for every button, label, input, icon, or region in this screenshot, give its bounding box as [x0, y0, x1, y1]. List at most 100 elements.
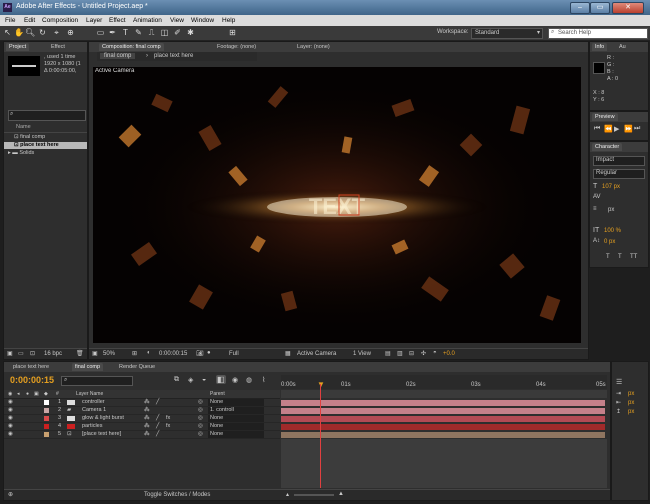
menu-window[interactable]: Window — [191, 17, 214, 24]
fast-preview-icon[interactable]: ▥ — [397, 350, 403, 357]
list-item[interactable]: ⊡ final comp — [4, 134, 87, 141]
quality-icon[interactable]: ╱ — [156, 423, 159, 430]
channel-icon[interactable]: ● — [207, 350, 211, 356]
pen-tool-icon[interactable]: ✒ — [108, 28, 117, 37]
quality-icon[interactable]: ╱ — [156, 431, 159, 438]
fx-icon[interactable]: fx — [166, 423, 170, 430]
table-row[interactable]: ◉ 1 controller ⁂ ╱ ◎ None — [4, 399, 280, 407]
grid-icon[interactable]: ⊞ — [132, 350, 137, 357]
indent-left-value[interactable]: px — [628, 391, 634, 397]
puppet-tool-icon[interactable]: ✱ — [186, 28, 195, 37]
parent-pickwhip-icon[interactable]: ◎ — [198, 423, 203, 430]
exposure-icon[interactable]: ◓ — [433, 350, 437, 356]
zoom-select[interactable]: 50% — [103, 351, 115, 357]
layer-name[interactable]: [place text here] — [82, 431, 121, 438]
workspace-select[interactable]: Standard ▾ — [471, 28, 543, 39]
camera-tool-icon[interactable]: ⌖ — [52, 28, 61, 37]
motion-blur-icon[interactable]: ◉ — [232, 376, 238, 384]
align-left-icon[interactable]: ☰ — [616, 378, 622, 386]
parent-pickwhip-icon[interactable]: ◎ — [198, 407, 203, 414]
faux-bold-icon[interactable]: T — [606, 254, 610, 260]
first-frame-icon[interactable]: ⏮ — [594, 125, 600, 133]
timeline-zoom-slider[interactable] — [294, 494, 334, 496]
bpc-toggle[interactable]: 16 bpc — [44, 351, 62, 357]
table-row[interactable]: ◉ 5 ⊡ [place text here] ⁂ ╱ ◎ None — [4, 431, 280, 439]
parent-select[interactable]: 1. controll — [208, 407, 264, 414]
expand-triangle-icon[interactable]: ▸ — [4, 150, 11, 156]
layer-duration-bar[interactable] — [281, 416, 605, 422]
clone-stamp-tool-icon[interactable]: ⎍ — [147, 28, 156, 37]
toggle-pixel-icon[interactable]: ▤ — [385, 350, 391, 357]
tab-project[interactable]: Project — [6, 43, 30, 51]
label-icon[interactable]: ◆ — [44, 390, 48, 398]
mask-icon[interactable]: ◐ — [147, 350, 151, 356]
brainstorm-icon[interactable]: ◍ — [246, 376, 252, 384]
zoom-tool-icon[interactable]: 🔍︎ — [25, 28, 35, 37]
audio-icon[interactable]: ◂ — [17, 390, 20, 398]
font-size-value[interactable]: 107 px — [602, 184, 620, 190]
type-tool-icon[interactable]: T — [121, 28, 130, 37]
brush-tool-icon[interactable]: ✎ — [134, 28, 143, 37]
hand-tool-icon[interactable]: ✋ — [14, 28, 24, 37]
zoom-in-icon[interactable]: ▲ — [338, 491, 344, 497]
font-style-select[interactable]: Regular — [593, 169, 645, 179]
table-row[interactable]: ◉ 4 particles ⁂ ╱ fx ◎ None — [4, 423, 280, 431]
eraser-tool-icon[interactable]: ◫ — [160, 28, 169, 37]
timeline-search-input[interactable]: ⌕ — [61, 376, 133, 386]
composition-viewer[interactable]: TEXT Active Camera — [93, 67, 581, 343]
parent-pickwhip-icon[interactable]: ◎ — [198, 415, 203, 422]
stroke-width-value[interactable]: px — [608, 207, 614, 213]
parent-header[interactable]: Parent — [210, 390, 225, 398]
tab-render-queue[interactable]: Render Queue — [116, 363, 158, 371]
eye-icon[interactable]: ◉ — [8, 399, 13, 406]
tab-preview[interactable]: Preview — [592, 113, 618, 121]
parent-select[interactable]: None — [208, 431, 264, 438]
label-color-swatch[interactable] — [44, 424, 49, 429]
region-icon[interactable]: ▦ — [285, 350, 291, 357]
flowchart-icon[interactable]: ⊟ — [409, 350, 414, 357]
parent-select[interactable]: None — [208, 423, 264, 430]
eye-icon[interactable]: ◉ — [8, 415, 13, 422]
indent-first-value[interactable]: px — [628, 400, 634, 406]
menu-file[interactable]: File — [5, 17, 15, 24]
work-area-bar[interactable] — [281, 390, 607, 398]
collapse-icon[interactable]: ⁂ — [144, 423, 150, 430]
interpret-footage-icon[interactable]: ▣ — [7, 350, 13, 357]
layer-name[interactable]: Camera 1 — [82, 407, 106, 414]
toggle-switches-modes-button[interactable]: Toggle Switches / Modes — [144, 492, 210, 498]
menu-layer[interactable]: Layer — [86, 17, 102, 24]
prev-frame-icon[interactable]: ⏪ — [604, 125, 613, 133]
draft-3d-icon[interactable]: ◈ — [188, 376, 193, 384]
eye-icon[interactable]: ◉ — [8, 423, 13, 430]
comp-toggle-icon[interactable]: ⊕ — [8, 491, 13, 498]
font-family-select[interactable]: Impact — [593, 156, 645, 166]
lock-icon[interactable]: ▣ — [34, 390, 39, 398]
tab-footage[interactable]: Footage: (none) — [214, 43, 259, 51]
collapse-icon[interactable]: ⁂ — [144, 399, 150, 406]
tab-composition[interactable]: Composition: final comp — [99, 43, 164, 51]
last-frame-icon[interactable]: ⏭ — [634, 125, 640, 133]
label-color-swatch[interactable] — [44, 432, 49, 437]
magnification-icon[interactable]: ▣ — [92, 350, 98, 357]
space-before-value[interactable]: px — [628, 409, 634, 415]
current-time-display[interactable]: 0:00:00:15 — [10, 375, 54, 385]
list-item[interactable]: ▸ ▬ Solids — [4, 150, 87, 157]
parent-pickwhip-icon[interactable]: ◎ — [198, 399, 203, 406]
menu-composition[interactable]: Composition — [42, 17, 78, 24]
tab-info[interactable]: Info — [592, 43, 608, 51]
layer-duration-bar[interactable] — [281, 432, 605, 438]
pan-behind-tool-icon[interactable]: ⊕ — [66, 28, 75, 37]
label-color-swatch[interactable] — [44, 408, 49, 413]
parent-select[interactable]: None — [208, 399, 264, 406]
graph-editor-icon[interactable]: ⌇ — [262, 376, 265, 384]
number-icon[interactable]: # — [56, 390, 59, 398]
selection-tool-icon[interactable]: ↖ — [3, 28, 12, 37]
parent-select[interactable]: None — [208, 415, 264, 422]
exposure-value[interactable]: +0.0 — [443, 351, 455, 357]
shy-layers-icon[interactable]: ◒ — [202, 376, 206, 383]
next-frame-icon[interactable]: ⏩ — [624, 125, 633, 133]
layer-duration-bar[interactable] — [281, 408, 605, 414]
resolution-select[interactable]: Full — [229, 351, 239, 357]
roto-brush-tool-icon[interactable]: ✐ — [173, 28, 182, 37]
table-row[interactable]: ◉ 2 ▰ Camera 1 ⁂ ◎ 1. controll — [4, 407, 280, 415]
